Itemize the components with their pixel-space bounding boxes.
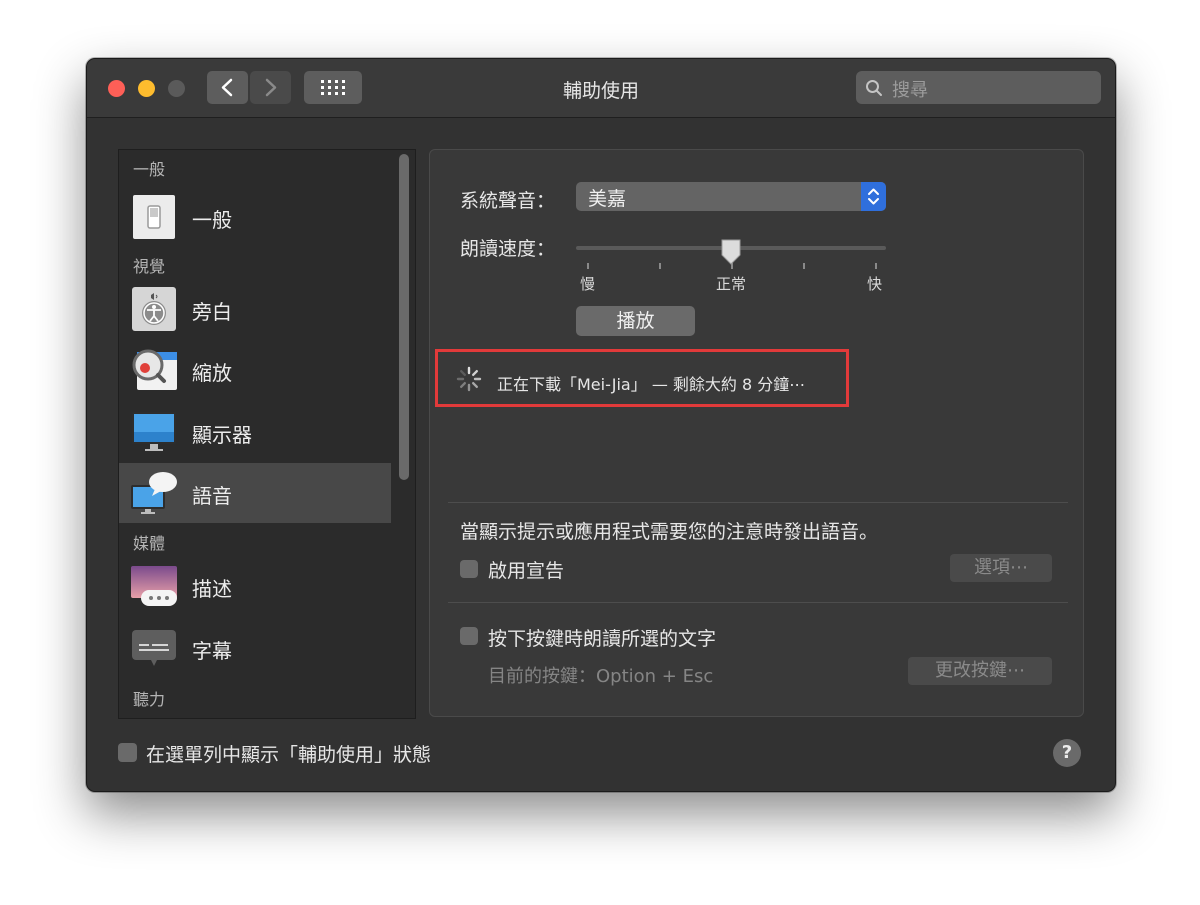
slider-tick xyxy=(659,263,661,269)
play-button[interactable]: 播放 xyxy=(576,306,695,336)
speech-icon xyxy=(131,471,177,515)
search-placeholder: 搜尋 xyxy=(892,80,928,101)
loading-spinner-icon xyxy=(456,366,482,392)
sidebar-item-captions[interactable]: 字幕 xyxy=(119,618,391,678)
rate-slow-label: 慢 xyxy=(580,275,596,293)
current-key-text: 目前的按鍵：Option + Esc xyxy=(488,666,714,687)
enable-announcements-checkbox[interactable] xyxy=(460,560,478,578)
general-switch-icon xyxy=(131,195,177,239)
title-bar: 輔助使用 搜尋 xyxy=(87,59,1115,118)
speak-selected-text-checkbox[interactable] xyxy=(460,627,478,645)
sidebar-section-hearing: 聽力 xyxy=(133,690,166,709)
popup-stepper-icon xyxy=(861,182,886,211)
sidebar-item-label: 一般 xyxy=(192,208,232,232)
help-button[interactable]: ? xyxy=(1053,739,1081,767)
sidebar-item-label: 描述 xyxy=(192,577,232,601)
separator xyxy=(448,602,1068,603)
download-status-text: 正在下載「Mei-Jia」 — 剩餘大約 8 分鐘⋯ xyxy=(497,375,806,394)
search-icon xyxy=(866,80,882,96)
change-key-button[interactable]: 更改按鍵⋯ xyxy=(908,657,1052,685)
sidebar-item-label: 縮放 xyxy=(192,361,232,385)
sidebar-item-label: 語音 xyxy=(192,484,232,508)
enable-announcements-label: 啟用宣告 xyxy=(488,560,565,582)
show-in-menubar-label: 在選單列中顯示「輔助使用」狀態 xyxy=(146,744,432,766)
preferences-window: 輔助使用 搜尋 一般 一般 視覺 旁白 縮放 顯示器 語音 媒體 描述 字幕 聽… xyxy=(86,58,1116,792)
slider-tick xyxy=(875,263,877,269)
speech-settings-panel: 系統聲音： 美嘉 朗讀速度： 慢 正常 快 播放 正在下載「Mei-Jia」 —… xyxy=(429,149,1084,717)
captions-icon xyxy=(131,626,177,670)
category-sidebar[interactable]: 一般 一般 視覺 旁白 縮放 顯示器 語音 媒體 描述 字幕 聽力 xyxy=(118,149,416,719)
slider-tick xyxy=(803,263,805,269)
slider-tick xyxy=(587,263,589,269)
rate-fast-label: 快 xyxy=(867,275,883,293)
speak-selected-text-label: 按下按鍵時朗讀所選的文字 xyxy=(488,628,717,650)
sidebar-item-label: 旁白 xyxy=(192,300,232,324)
sidebar-item-voiceover[interactable]: 旁白 xyxy=(119,279,391,339)
rate-normal-label: 正常 xyxy=(716,275,747,293)
system-voice-label: 系統聲音： xyxy=(460,190,556,212)
search-field[interactable]: 搜尋 xyxy=(856,71,1101,104)
show-in-menubar-checkbox[interactable] xyxy=(118,743,137,762)
announcement-description: 當顯示提示或應用程式需要您的注意時發出語音。 xyxy=(460,521,879,543)
sidebar-scrollbar[interactable] xyxy=(399,154,409,480)
speaking-rate-label: 朗讀速度： xyxy=(460,238,556,260)
sidebar-item-zoom[interactable]: 縮放 xyxy=(119,340,391,400)
sidebar-item-label: 顯示器 xyxy=(192,423,252,447)
options-button[interactable]: 選項⋯ xyxy=(950,554,1052,582)
sidebar-section-media: 媒體 xyxy=(133,534,166,553)
sidebar-item-general[interactable]: 一般 xyxy=(119,187,391,247)
system-voice-value: 美嘉 xyxy=(588,188,627,210)
display-icon xyxy=(131,410,177,454)
slider-knob[interactable] xyxy=(720,238,742,266)
sidebar-section-vision: 視覺 xyxy=(133,257,166,276)
separator xyxy=(448,502,1068,503)
descriptions-icon xyxy=(131,564,177,608)
voiceover-icon xyxy=(131,287,177,331)
sidebar-item-display[interactable]: 顯示器 xyxy=(119,402,391,462)
sidebar-item-descriptions[interactable]: 描述 xyxy=(119,556,391,616)
system-voice-popup[interactable]: 美嘉 xyxy=(576,182,886,211)
zoom-icon xyxy=(131,348,177,392)
sidebar-item-label: 字幕 xyxy=(192,639,232,663)
sidebar-item-speech[interactable]: 語音 xyxy=(119,463,391,523)
sidebar-section-general: 一般 xyxy=(133,160,166,179)
